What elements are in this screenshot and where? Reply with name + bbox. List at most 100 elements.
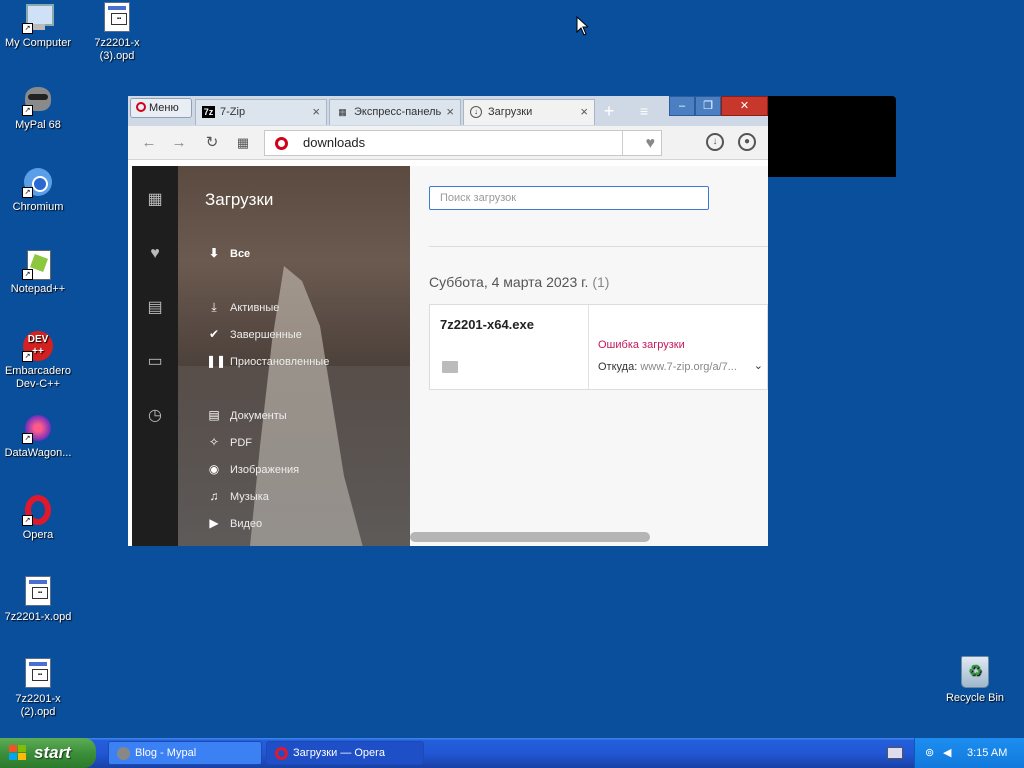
download-tray-icon: ⤓	[211, 300, 217, 314]
date-group-count: (1)	[592, 274, 610, 290]
desktop-icon-notepadpp[interactable]: ↗ Notepad++	[0, 248, 76, 296]
taskbar-item-opera[interactable]: Загрузки — Opera	[266, 741, 424, 765]
search-downloads-input[interactable]: Поиск загрузок	[429, 186, 709, 210]
clock[interactable]: 3:15 AM	[967, 738, 1007, 768]
nav-item-completed[interactable]: ✔ Завершенные	[206, 327, 302, 341]
close-tab-icon[interactable]: ×	[443, 100, 454, 124]
grid-icon[interactable]: ▦	[232, 132, 254, 154]
raccoon-icon: ↗	[22, 84, 54, 116]
desktop-icon-opera[interactable]: ↗ Opera	[0, 494, 76, 542]
desktop-icon-my-computer[interactable]: ↗ My Computer	[0, 2, 76, 50]
start-button[interactable]: start	[0, 738, 96, 768]
download-icon[interactable]: ↓	[706, 133, 724, 151]
download-source-url[interactable]: www.7-zip.org/a/7...	[640, 361, 737, 373]
desktop-icon-7z-opd-3[interactable]: ▪▪ 7z2201-x (3).opd	[79, 2, 155, 63]
download-item[interactable]: 7z2201-x64.exe Ошибка загрузки Откуда: w…	[429, 304, 768, 390]
window-artifact	[768, 96, 896, 177]
speed-dial-icon[interactable]: ▦	[145, 190, 165, 210]
reload-icon[interactable]: ↻	[201, 132, 223, 154]
desktop-icon-label: Notepad++	[10, 283, 66, 295]
desktop-icon-chromium[interactable]: ↗ Chromium	[0, 166, 76, 214]
forward-icon[interactable]: →	[168, 132, 190, 154]
download-status: Ошибка загрузки	[598, 339, 685, 351]
downloads-nav-panel: Загрузки ⬇ Все ⤓ Активные ✔ Завершенные ❚❚ П…	[178, 166, 410, 546]
devices-icon[interactable]: ▭	[145, 352, 165, 372]
opera-menu-button[interactable]: Меню	[130, 98, 192, 118]
url-text: downloads	[303, 135, 366, 150]
desktop-icon-mypal[interactable]: ↗ MyPal 68	[0, 84, 76, 132]
close-tab-icon[interactable]: ×	[312, 100, 320, 124]
folder-icon[interactable]	[442, 361, 458, 373]
desktop-icon-label: Embarcadero Dev-C++	[4, 365, 72, 390]
taskbar-item-mypal[interactable]: Blog - Mypal	[108, 741, 262, 765]
opera-icon	[275, 747, 288, 760]
tab-menu-icon[interactable]: ≡	[633, 101, 655, 123]
desktop-icon-label: Opera	[22, 529, 54, 541]
page-title: Загрузки	[205, 190, 274, 209]
history-icon[interactable]: ◷	[145, 406, 165, 426]
recycle-bin-icon: ♻	[961, 656, 989, 688]
opd-file-icon: ▪▪	[101, 2, 133, 34]
camera-icon: ◉	[208, 462, 220, 476]
close-tab-icon[interactable]: ×	[580, 100, 588, 124]
opera-browser-window: Меню 7z 7-Zip × ▦ Экспресс-панель × ↓ За…	[128, 96, 768, 546]
raccoon-icon	[117, 747, 130, 760]
tab-downloads[interactable]: ↓ Загрузки ×	[463, 99, 595, 125]
download-filename[interactable]: 7z2201-x64.exe	[440, 317, 534, 332]
horizontal-scrollbar[interactable]	[410, 532, 650, 542]
account-icon[interactable]: ●	[738, 133, 756, 151]
tab-label: Загрузки	[488, 106, 533, 118]
tab-label: 7-Zip	[220, 106, 246, 118]
system-tray: ⊚ ◀ 3:15 AM	[914, 738, 1024, 768]
desktop-icon-7z-opd[interactable]: ▪▪ 7z2201-x.opd	[0, 576, 76, 624]
divider	[429, 246, 768, 247]
nav-item-paused[interactable]: ❚❚ Приостановленные	[206, 354, 329, 368]
taskbar: start Blog - Mypal Загрузки — Opera ⊚ ◀ …	[0, 738, 1024, 768]
music-note-icon: ♫	[209, 489, 219, 503]
minimize-button[interactable]: ‒	[669, 96, 695, 116]
chevron-down-icon[interactable]: ⌄	[754, 359, 763, 372]
new-tab-button[interactable]: +	[598, 101, 620, 123]
network-icon[interactable]: ⊚	[925, 738, 934, 768]
nav-item-active[interactable]: ⤓ Активные	[206, 300, 279, 315]
nav-item-music[interactable]: ♫ Музыка	[206, 489, 269, 503]
close-window-button[interactable]: ✕	[721, 96, 768, 116]
nav-item-all[interactable]: ⬇ Все	[206, 246, 250, 260]
nav-item-documents[interactable]: ▤ Документы	[206, 408, 286, 422]
opera-icon: ↗	[22, 494, 54, 526]
heart-icon[interactable]: ♥	[646, 132, 656, 156]
desktop-icon-label: 7z2201-x.opd	[4, 611, 72, 623]
news-icon[interactable]: ▤	[145, 298, 165, 318]
restore-button[interactable]: ❐	[695, 96, 721, 116]
pause-icon: ❚❚	[206, 354, 227, 368]
speaker-icon[interactable]: ◀	[943, 738, 951, 768]
chromium-icon: ↗	[22, 166, 54, 198]
opera-logo-icon	[136, 102, 146, 113]
desktop-icon-7z-opd-2[interactable]: ▪▪ 7z2201-x (2).opd	[0, 658, 76, 719]
url-field[interactable]: downloads ♥	[264, 130, 662, 156]
video-play-icon: ▶	[209, 516, 219, 530]
date-group-heading: Суббота, 4 марта 2023 г. (1)	[429, 274, 610, 290]
computer-icon: ↗	[22, 2, 54, 34]
nav-item-video[interactable]: ▶ Видео	[206, 516, 262, 530]
tab-bar: Меню 7z 7-Zip × ▦ Экспресс-панель × ↓ За…	[128, 96, 768, 126]
desktop-icon-datawagon[interactable]: ↗ DataWagon...	[0, 412, 76, 460]
tab-label: Экспресс-панель	[354, 106, 442, 118]
keyboard-icon[interactable]	[887, 747, 903, 759]
back-icon[interactable]: ←	[138, 132, 160, 154]
pdf-icon: ✧	[208, 435, 220, 449]
arrow-down-icon: ⬇	[208, 246, 220, 260]
opd-file-icon: ▪▪	[22, 576, 54, 608]
7zip-icon: 7z	[202, 106, 215, 118]
desktop-icon-label: 7z2201-x (3).opd	[94, 37, 140, 62]
nav-item-pdf[interactable]: ✧ PDF	[206, 435, 252, 449]
tab-speed-dial[interactable]: ▦ Экспресс-панель ×	[329, 99, 461, 125]
document-icon: ▤	[208, 408, 220, 422]
tab-7zip[interactable]: 7z 7-Zip ×	[195, 99, 327, 125]
desktop-icon-recycle-bin[interactable]: ♻ Recycle Bin	[945, 656, 1005, 704]
card-divider	[588, 305, 589, 389]
heart-icon[interactable]: ♥	[145, 244, 165, 264]
grid-icon: ▦	[338, 107, 347, 117]
desktop-icon-devcpp[interactable]: DEV ++ ↗ Embarcadero Dev-C++	[0, 330, 76, 391]
nav-item-images[interactable]: ◉ Изображения	[206, 462, 299, 476]
